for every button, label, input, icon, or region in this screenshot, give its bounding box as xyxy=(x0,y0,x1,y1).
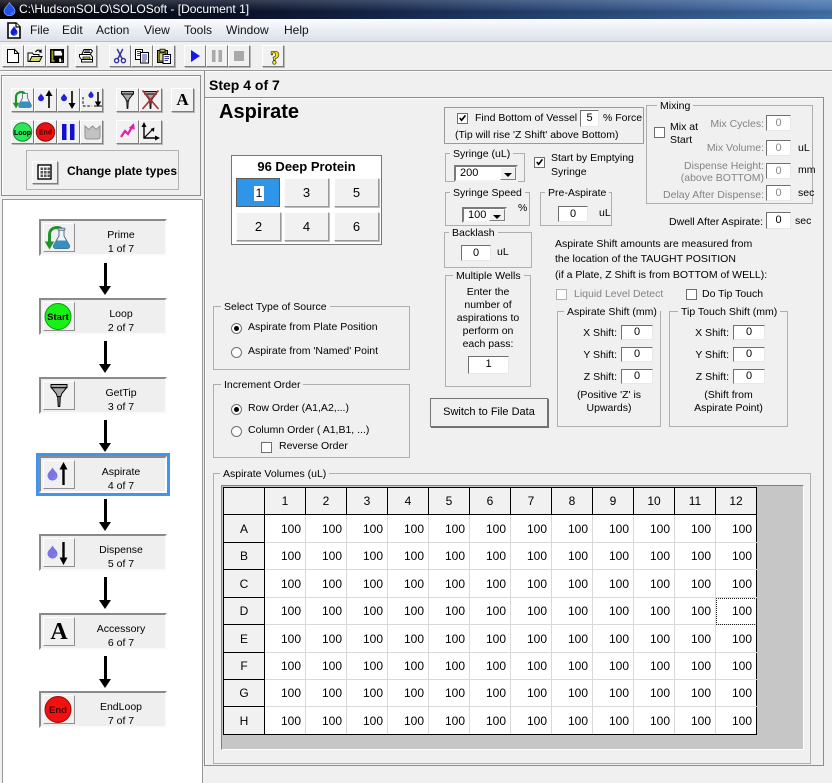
svg-text:Loop: Loop xyxy=(14,130,31,137)
svg-text:?: ? xyxy=(270,48,280,68)
svg-text:End: End xyxy=(39,130,52,137)
svg-text:End: End xyxy=(49,705,67,716)
svg-text:Start: Start xyxy=(47,312,69,323)
